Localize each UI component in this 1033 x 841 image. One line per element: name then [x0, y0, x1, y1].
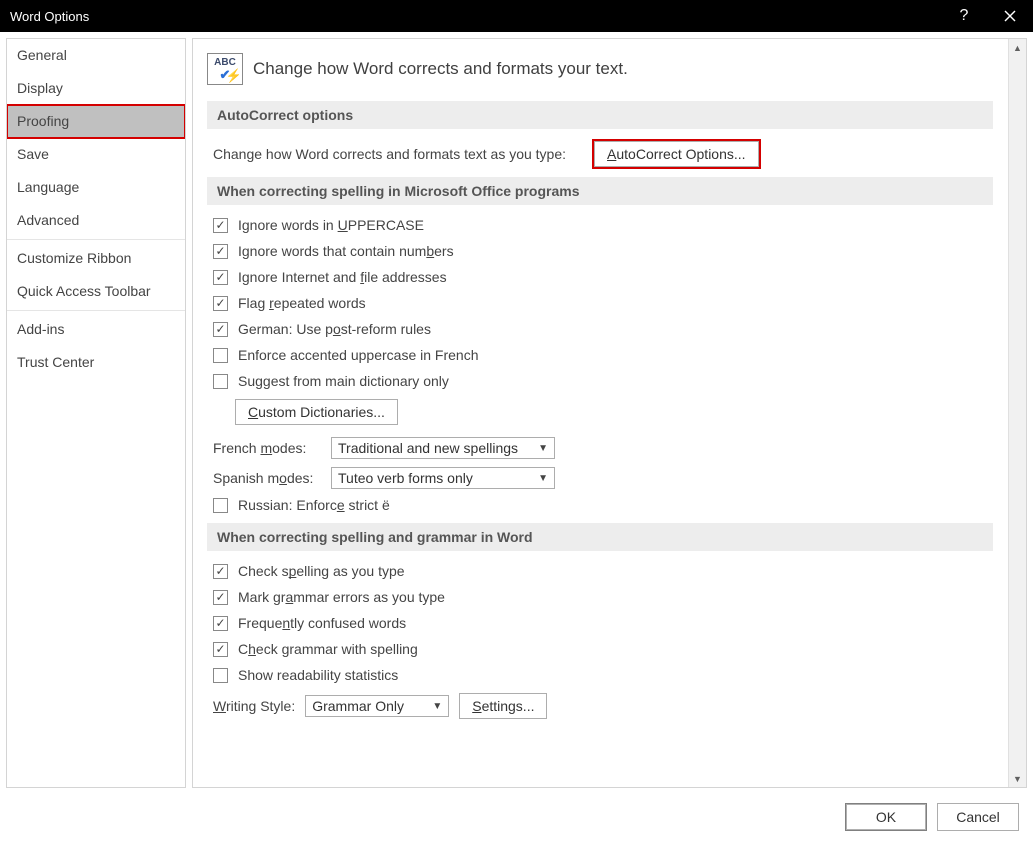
dialog-footer: OK Cancel — [0, 800, 1033, 841]
checkbox-german-postreform[interactable] — [213, 322, 228, 337]
sidebar-item-language[interactable]: Language — [7, 171, 185, 204]
label-ignore-uppercase: Ignore words in UPPERCASE — [238, 217, 424, 233]
label-german-postreform: German: Use post-reform rules — [238, 321, 431, 337]
sidebar-item-customize-ribbon[interactable]: Customize Ribbon — [7, 242, 185, 275]
settings-button[interactable]: Settings... — [459, 693, 547, 719]
label-rest: ettings... — [482, 698, 535, 714]
close-icon — [1004, 10, 1016, 22]
checkbox-check-spelling-typing[interactable] — [213, 564, 228, 579]
checkbox-mark-grammar-typing[interactable] — [213, 590, 228, 605]
cancel-button[interactable]: Cancel — [937, 803, 1019, 831]
sidebar-item-display[interactable]: Display — [7, 72, 185, 105]
writing-style-label: Writing Style: — [213, 698, 295, 714]
checkbox-confused-words[interactable] — [213, 616, 228, 631]
help-button[interactable]: ? — [941, 0, 987, 32]
sidebar-item-quick-access-toolbar[interactable]: Quick Access Toolbar — [7, 275, 185, 308]
label-flag-repeated: Flag repeated words — [238, 295, 366, 311]
checkbox-check-grammar-spelling[interactable] — [213, 642, 228, 657]
writing-style-select[interactable]: Grammar Only ▼ — [305, 695, 449, 717]
section-spelling-office: When correcting spelling in Microsoft Of… — [207, 177, 993, 205]
scrollbar[interactable]: ▲ ▼ — [1008, 39, 1026, 787]
section-spelling-grammar-word: When correcting spelling and grammar in … — [207, 523, 993, 551]
label-ignore-internet: Ignore Internet and file addresses — [238, 269, 447, 285]
chevron-down-icon: ▼ — [432, 701, 442, 712]
checkbox-flag-repeated[interactable] — [213, 296, 228, 311]
chevron-down-icon: ▼ — [538, 443, 548, 454]
checkbox-main-dictionary-only[interactable] — [213, 374, 228, 389]
checkbox-ignore-numbers[interactable] — [213, 244, 228, 259]
scroll-down-arrow-icon[interactable]: ▼ — [1009, 770, 1026, 787]
label-main-dictionary-only: Suggest from main dictionary only — [238, 373, 449, 389]
spanish-modes-select[interactable]: Tuteo verb forms only ▼ — [331, 467, 555, 489]
accel: A — [607, 146, 616, 162]
ok-button[interactable]: OK — [845, 803, 927, 831]
checkbox-ignore-uppercase[interactable] — [213, 218, 228, 233]
select-value: Tuteo verb forms only — [338, 470, 473, 486]
label-confused-words: Frequently confused words — [238, 615, 406, 631]
checkbox-readability-stats[interactable] — [213, 668, 228, 683]
sidebar-item-trust-center[interactable]: Trust Center — [7, 346, 185, 379]
sidebar-separator — [7, 310, 185, 311]
label-check-grammar-spelling: Check grammar with spelling — [238, 641, 418, 657]
label-ignore-numbers: Ignore words that contain numbers — [238, 243, 454, 259]
accel: S — [472, 698, 481, 714]
label-rest: utoCorrect Options... — [616, 146, 745, 162]
page-header: Change how Word corrects and formats you… — [253, 59, 628, 79]
section-autocorrect-options: AutoCorrect options — [207, 101, 993, 129]
label-readability-stats: Show readability statistics — [238, 667, 398, 683]
french-modes-select[interactable]: Traditional and new spellings ▼ — [331, 437, 555, 459]
sidebar-item-add-ins[interactable]: Add-ins — [7, 313, 185, 346]
label-enforce-french-accent: Enforce accented uppercase in French — [238, 347, 478, 363]
custom-dictionaries-button[interactable]: Custom Dictionaries... — [235, 399, 398, 425]
sidebar-item-general[interactable]: General — [7, 39, 185, 72]
sidebar-item-save[interactable]: Save — [7, 138, 185, 171]
sidebar-item-advanced[interactable]: Advanced — [7, 204, 185, 237]
spanish-modes-label: Spanish modes: — [213, 470, 321, 486]
checkbox-enforce-french-accent[interactable] — [213, 348, 228, 363]
french-modes-label: French modes: — [213, 440, 321, 456]
close-button[interactable] — [987, 0, 1033, 32]
autocorrect-options-button[interactable]: AutoCorrect Options... — [594, 141, 759, 167]
window-title: Word Options — [10, 9, 89, 24]
chevron-down-icon: ▼ — [538, 473, 548, 484]
label-mark-grammar-typing: Mark grammar errors as you type — [238, 589, 445, 605]
select-value: Grammar Only — [312, 698, 404, 714]
select-value: Traditional and new spellings — [338, 440, 518, 456]
sidebar-item-proofing[interactable]: Proofing — [7, 105, 185, 138]
label-check-spelling-typing: Check spelling as you type — [238, 563, 405, 579]
checkbox-russian-strict-yo[interactable] — [213, 498, 228, 513]
proofing-icon: ABC ✔ ⚡ — [207, 53, 243, 85]
scroll-up-arrow-icon[interactable]: ▲ — [1009, 39, 1026, 56]
sidebar: General Display Proofing Save Language A… — [6, 38, 186, 788]
main-panel: ABC ✔ ⚡ Change how Word corrects and for… — [192, 38, 1027, 788]
checkbox-ignore-internet[interactable] — [213, 270, 228, 285]
label-rest: ustom Dictionaries... — [258, 404, 385, 420]
bolt-icon: ⚡ — [226, 68, 242, 84]
label-russian-strict-yo: Russian: Enforce strict ё — [238, 497, 390, 513]
autocorrect-desc: Change how Word corrects and formats tex… — [213, 146, 566, 162]
accel: C — [248, 404, 258, 420]
titlebar: Word Options ? — [0, 0, 1033, 32]
sidebar-separator — [7, 239, 185, 240]
